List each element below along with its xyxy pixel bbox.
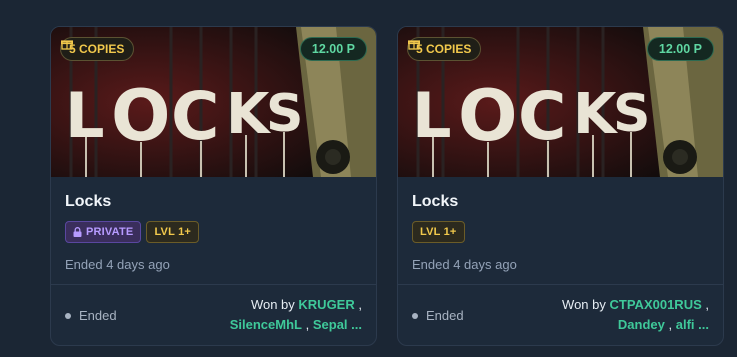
status-dot — [412, 312, 418, 319]
level-tag: LVL 1+ — [146, 221, 200, 243]
card-banner-image: L O C K S 5 COPIES 12.00 P — [51, 27, 376, 177]
copies-label: 5 COPIES — [69, 42, 125, 56]
winner-link[interactable]: Sepal ... — [313, 317, 362, 332]
winner-link[interactable]: alfi ... — [676, 317, 709, 332]
winner-separator: , — [668, 317, 673, 332]
status-indicator: Ended — [412, 308, 464, 323]
winner-separator: , — [358, 297, 362, 312]
tag-row: LVL 1+ — [412, 221, 709, 243]
winners-list: Won by KRUGER , SilenceMhL , Sepal ... — [162, 295, 362, 335]
svg-text:C: C — [171, 78, 219, 155]
card-banner-image: L O C K S 5 COPIES 12.00 P — [398, 27, 723, 177]
svg-text:C: C — [518, 78, 566, 155]
won-by-label: Won by — [250, 297, 295, 312]
svg-text:L: L — [65, 79, 105, 152]
winner-link[interactable]: SilenceMhL — [230, 317, 302, 332]
winner-separator: , — [305, 317, 310, 332]
winner-link[interactable]: Dandey — [618, 317, 665, 332]
status-indicator: Ended — [65, 308, 117, 323]
giveaway-card[interactable]: L O C K S 5 COPIES 12.00 P Locks — [397, 26, 724, 346]
private-tag-label: PRIVATE — [86, 226, 134, 238]
copies-badge: 5 COPIES — [60, 37, 135, 61]
status-dot — [65, 312, 71, 319]
winner-separator: , — [705, 297, 709, 312]
winners-list: Won by CTPAX001RUS , Dandey , alfi ... — [509, 295, 709, 335]
won-by-label: Won by — [562, 297, 606, 312]
winner-link[interactable]: CTPAX001RUS — [610, 297, 702, 312]
svg-text:L: L — [412, 79, 452, 152]
ended-ago-text: Ended 4 days ago — [65, 257, 170, 272]
private-tag: PRIVATE — [65, 221, 142, 243]
level-tag: LVL 1+ — [412, 221, 465, 243]
winner-link[interactable]: KRUGER — [298, 297, 354, 312]
gift-icon — [408, 40, 420, 50]
copies-badge: 5 COPIES — [407, 37, 482, 61]
ended-ago-text: Ended 4 days ago — [412, 257, 517, 272]
copies-label: 5 COPIES — [416, 42, 472, 56]
card-footer: Ended Won by CTPAX001RUS , Dandey , alfi… — [398, 285, 723, 345]
card-footer: Ended Won by KRUGER , SilenceMhL , Sepal… — [51, 285, 376, 345]
giveaway-card[interactable]: L O C K S 5 COPIES 12.00 P Locks — [50, 26, 377, 346]
card-info: Locks LVL 1+ Ended 4 days ago — [398, 177, 723, 285]
card-info: Locks PRIVATE LVL 1+ Ended 4 days ago — [51, 177, 376, 285]
gift-icon — [61, 40, 73, 50]
price-badge: 12.00 P — [646, 37, 714, 61]
card-title[interactable]: Locks — [412, 193, 709, 213]
lock-icon — [73, 227, 82, 237]
status-label: Ended — [426, 308, 464, 323]
tag-row: PRIVATE LVL 1+ — [65, 221, 362, 243]
status-label: Ended — [79, 308, 117, 323]
card-title[interactable]: Locks — [65, 193, 362, 213]
price-badge: 12.00 P — [299, 37, 367, 61]
